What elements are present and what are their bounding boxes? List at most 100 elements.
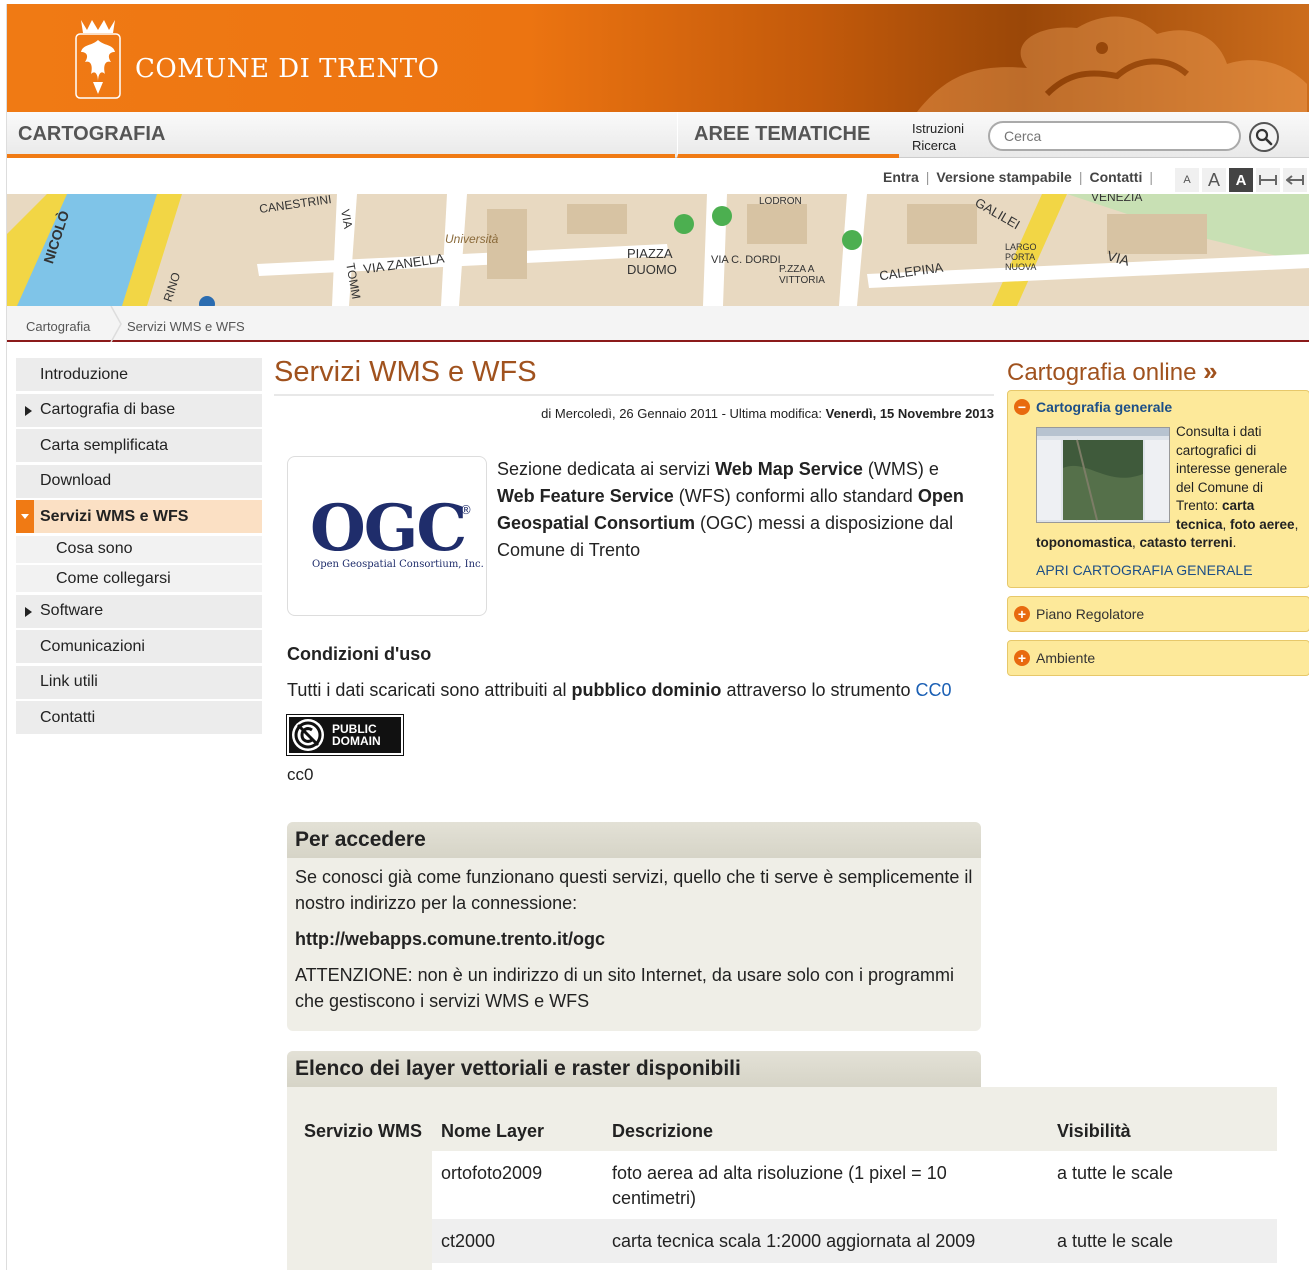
font-medium-button[interactable]: A — [1202, 168, 1226, 192]
intro-text-bold: Web Map Service — [715, 459, 863, 479]
layers-table-header: Nome Layer Descrizione Visibilità — [432, 1087, 1277, 1151]
sidebar-item-label: Contatti — [40, 708, 96, 726]
sidebar-item-comunicazioni[interactable]: Comunicazioni — [16, 630, 262, 663]
cc0-caption: cc0 — [287, 765, 314, 784]
fixed-width-icon[interactable] — [1256, 168, 1280, 192]
intro-text-part: (WMS) e — [862, 459, 939, 479]
sidebar-item-label: Comunicazioni — [40, 637, 145, 655]
general-cartography-toggle[interactable]: − Cartografia generale — [1008, 391, 1309, 423]
cc0-link[interactable]: CC0 — [916, 680, 952, 700]
login-link[interactable]: Entra — [883, 169, 919, 185]
sidebar-item-label: Servizi WMS e WFS — [40, 507, 189, 525]
column-header: Descrizione — [612, 1121, 714, 1141]
print-version-link[interactable]: Versione stampabile — [936, 169, 1071, 185]
expand-arrow-icon — [25, 405, 32, 416]
nav-cartografia[interactable]: CARTOGRAFIA — [7, 112, 675, 158]
breadcrumb: Cartografia Servizi WMS e WFS — [7, 306, 1309, 342]
service-label: Servizio WMS — [304, 1121, 423, 1141]
city-name[interactable]: COMUNE DI TRENTO — [135, 54, 439, 84]
utility-bar: Entra | Versione stampabile | Contatti |… — [7, 158, 1309, 194]
table-row: ct2000 carta tecnica scala 1:2000 aggior… — [432, 1219, 1277, 1263]
city-crest-icon[interactable] — [75, 16, 121, 100]
breadcrumb-item[interactable]: Cartografia — [26, 319, 90, 334]
environment-box[interactable]: + Ambiente — [1007, 640, 1309, 676]
site-banner: COMUNE DI TRENTO — [7, 4, 1309, 112]
access-panel-title: Per accedere — [287, 822, 981, 858]
sidebar-item-label: Come collegarsi — [56, 569, 171, 587]
land-plan-title: Piano Regolatore — [1036, 606, 1145, 622]
sidebar-item-servizi-wms-wfs[interactable]: Servizi WMS e WFS — [16, 500, 262, 533]
sidebar-item-link-utili[interactable]: Link utili — [16, 665, 262, 699]
sidebar-item-cartografia-di-base[interactable]: Cartografia di base — [16, 393, 262, 427]
sidebar-item-introduzione[interactable]: Introduzione — [16, 358, 262, 391]
search-input[interactable] — [1004, 123, 1234, 149]
conditions-text-part: Tutti i dati scaricati sono attribuiti a… — [287, 680, 572, 700]
right-column: Cartografia online » − Cartografia genera… — [1007, 356, 1309, 684]
general-cartography-text: , — [1132, 535, 1140, 550]
connection-url[interactable]: http://webapps.comune.trento.it/ogc — [295, 926, 973, 952]
contacts-link[interactable]: Contatti — [1089, 169, 1142, 185]
table-row — [432, 1263, 1277, 1270]
general-cartography-text: , — [1294, 516, 1299, 532]
intro-text: Sezione dedicata ai servizi Web Map Serv… — [497, 456, 967, 564]
sidebar-subitem-come-collegarsi[interactable]: Come collegarsi — [16, 565, 262, 592]
map-label: VENEZIA — [1091, 194, 1143, 204]
nav-aree-tematiche[interactable]: AREE TEMATICHE — [677, 112, 899, 158]
fluid-width-icon[interactable] — [1283, 168, 1307, 192]
search-help-link[interactable]: Istruzioni Ricerca — [912, 120, 982, 154]
search-button[interactable] — [1249, 122, 1279, 152]
column-header: Visibilità — [1057, 1121, 1131, 1141]
expand-arrow-icon — [25, 606, 32, 617]
layers-panel-title: Elenco dei layer vettoriali e raster dis… — [287, 1051, 981, 1087]
sidebar-item-label: Carta semplificata — [40, 436, 169, 454]
separator: | — [1149, 169, 1153, 185]
breadcrumb-item[interactable]: Servizi WMS e WFS — [127, 319, 245, 334]
double-chevron-icon: » — [1203, 356, 1218, 386]
conditions-section: Condizioni d'uso Tutti i dati scaricati … — [286, 644, 977, 785]
access-warning: ATTENZIONE: non è un indirizzo di un sit… — [295, 965, 954, 1011]
online-cartography-title[interactable]: Cartografia online » — [1007, 356, 1309, 390]
ogc-logo: OGC ® Open Geospatial Consortium, Inc. — [287, 456, 487, 616]
header-map-image: NICOLÒ CANESTRINI VIA VIA ZANELLA Univer… — [7, 194, 1309, 306]
layer-description: foto aerea ad alta risoluzione (1 pixel … — [612, 1163, 947, 1208]
ogc-logo-subtitle: Open Geospatial Consortium, Inc. — [312, 559, 484, 570]
land-plan-box[interactable]: + Piano Regolatore — [1007, 596, 1309, 632]
page: COMUNE DI TRENTO CARTOGRAFIA AREE TEMATI… — [6, 4, 1309, 1270]
column-header: Nome Layer — [441, 1121, 545, 1141]
conditions-text-part: attraverso lo strumento — [721, 680, 916, 700]
font-large-button[interactable]: A — [1229, 168, 1253, 192]
separator: | — [1078, 169, 1083, 185]
badge-line: DOMAIN — [332, 734, 381, 748]
general-cartography-bold: foto aeree — [1230, 516, 1295, 532]
sidebar-subitem-cosa-sono[interactable]: Cosa sono — [16, 535, 262, 563]
conditions-text: Tutti i dati scaricati sono attribuiti a… — [287, 677, 977, 703]
font-small-button[interactable]: A — [1175, 168, 1199, 192]
sidebar-item-download[interactable]: Download — [16, 464, 262, 498]
map-label: LARGO PORTA NUOVA — [1005, 242, 1037, 272]
sidebar-nav: Introduzione Cartografia di base Carta s… — [16, 358, 262, 737]
access-text: Se conosci già come funzionano questi se… — [295, 867, 973, 913]
sidebar-item-carta-semplificata[interactable]: Carta semplificata — [16, 429, 262, 462]
sidebar-item-contatti[interactable]: Contatti — [16, 701, 262, 734]
map-label: PIAZZA — [627, 246, 673, 261]
intro-text-part: Sezione dedicata ai servizi — [497, 459, 716, 479]
conditions-title: Condizioni d'uso — [287, 644, 432, 664]
search-box — [988, 121, 1241, 151]
ogc-registered-mark: ® — [460, 503, 472, 517]
sidebar-item-software[interactable]: Software — [16, 594, 262, 628]
map-label: LODRON — [759, 196, 802, 207]
main-content: Servizi WMS e WFS di Mercoledì, 26 Genna… — [274, 356, 994, 616]
intro-text-bold: Web Feature Service — [497, 486, 674, 506]
page-meta: di Mercoledì, 26 Gennaio 2011 - Ultima m… — [274, 406, 994, 421]
sidebar-item-label: Download — [40, 472, 112, 489]
public-domain-badge[interactable]: PUBLIC DOMAIN — [286, 714, 404, 756]
font-size-controls: A A A — [1175, 168, 1307, 192]
map-viewer-thumbnail[interactable] — [1036, 427, 1170, 523]
sidebar-item-label: Cartografia di base — [40, 401, 176, 418]
open-general-cartography-link[interactable]: APRI CARTOGRAFIA GENERALE — [1036, 561, 1301, 580]
sidebar-item-label: Cosa sono — [56, 540, 133, 557]
intro-text-part: (WFS) conformi allo standard — [673, 486, 918, 506]
search-icon — [1255, 128, 1273, 146]
meta-modified: Venerdì, 15 Novembre 2013 — [825, 406, 994, 421]
access-panel: Per accedere Se conosci già come funzion… — [287, 822, 981, 1031]
